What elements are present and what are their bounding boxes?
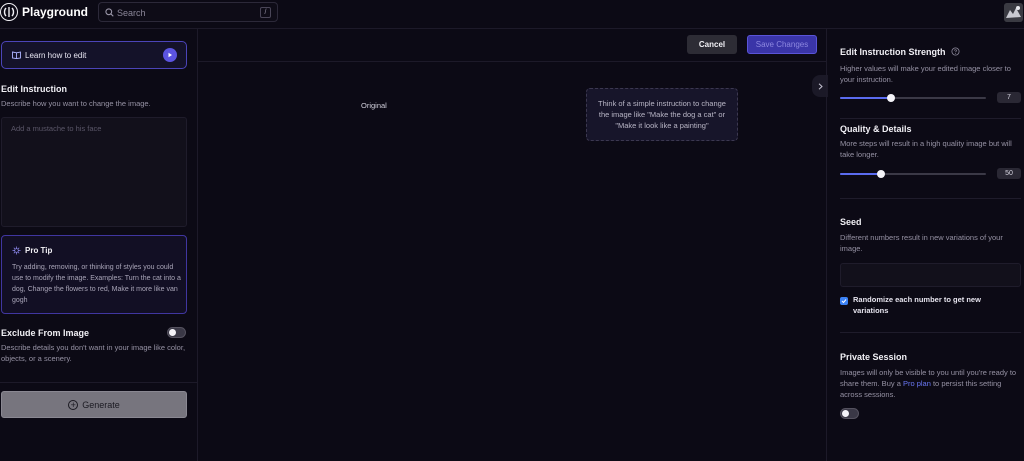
playground-logo-icon[interactable] [0, 3, 18, 21]
plus-circle-icon: + [68, 399, 79, 410]
edit-strength-value[interactable]: 7 [997, 92, 1021, 103]
quality-slider-fill [840, 173, 881, 175]
top-bar: Playground / [0, 0, 1024, 29]
randomize-label[interactable]: Randomize each number to get new variati… [853, 294, 1013, 316]
instruction-hint: Think of a simple instruction to change … [586, 88, 738, 141]
generate-button[interactable]: + Generate [1, 391, 187, 418]
quality-slider[interactable] [840, 170, 986, 178]
avatar[interactable] [1004, 3, 1023, 22]
quality-slider-thumb[interactable] [877, 170, 885, 178]
edit-instruction-description: Describe how you want to change the imag… [1, 99, 151, 108]
section-divider [840, 332, 1021, 333]
pro-tip-body: Try adding, removing, or thinking of sty… [12, 264, 181, 304]
cancel-button[interactable]: Cancel [687, 35, 737, 54]
edit-strength-description: Higher values will make your edited imag… [840, 64, 1011, 84]
seed-input[interactable] [840, 263, 1021, 287]
save-changes-button[interactable]: Save Changes [747, 35, 817, 54]
quality-details-title: Quality & Details [840, 124, 912, 134]
edit-strength-slider-thumb[interactable] [887, 94, 895, 102]
checkmark-icon [841, 299, 847, 304]
edit-strength-title-text: Edit Instruction Strength [840, 47, 946, 57]
canvas-area: Cancel Save Changes Original Think of a … [198, 29, 828, 461]
avatar-image-icon [1004, 3, 1023, 22]
logo-mark-icon [3, 7, 15, 17]
left-panel: Learn how to edit Edit Instruction Descr… [0, 29, 198, 461]
book-icon [12, 51, 21, 59]
search-input[interactable] [117, 5, 257, 20]
section-divider [840, 118, 1021, 119]
search-icon [105, 8, 114, 17]
edit-instruction-input[interactable] [1, 117, 187, 227]
seed-description: Different numbers result in new variatio… [840, 233, 1003, 253]
section-divider [840, 198, 1021, 199]
generate-label: Generate [82, 399, 120, 410]
left-divider [0, 382, 198, 383]
edit-strength-slider[interactable] [840, 94, 986, 102]
search-shortcut-badge: / [260, 7, 271, 18]
exclude-from-image-toggle[interactable] [167, 327, 186, 338]
chevron-right-icon [818, 82, 823, 90]
private-session-description: Images will only be visible to you until… [840, 367, 1022, 400]
sparkle-icon [12, 246, 21, 255]
pro-tip-title: Pro Tip [25, 246, 53, 255]
edit-strength-title: Edit Instruction Strength [840, 47, 960, 57]
pro-tip-card: Pro Tip Try adding, removing, or thinkin… [1, 235, 187, 314]
help-icon[interactable] [951, 47, 960, 56]
edit-strength-slider-fill [840, 97, 891, 99]
learn-how-to-edit-button[interactable]: Learn how to edit [1, 41, 187, 69]
randomize-checkbox[interactable] [840, 297, 848, 305]
quality-details-description: More steps will result in a high quality… [840, 139, 1012, 159]
learn-how-to-edit-label: Learn how to edit [25, 51, 87, 60]
brand-name[interactable]: Playground [22, 5, 88, 19]
edit-instruction-title: Edit Instruction [1, 84, 67, 94]
canvas-toolbar-divider [198, 61, 826, 62]
private-session-title: Private Session [840, 352, 908, 362]
seed-title: Seed [840, 217, 862, 227]
pro-plan-link[interactable]: Pro plan [903, 379, 931, 388]
exclude-from-image-description: Describe details you don't want in your … [1, 343, 186, 363]
play-icon [163, 48, 177, 62]
original-image-label: Original [361, 101, 387, 110]
quality-value[interactable]: 50 [997, 168, 1021, 179]
private-session-toggle[interactable] [840, 408, 859, 419]
exclude-from-image-title: Exclude From Image [1, 328, 90, 338]
search-box[interactable]: / [98, 2, 278, 22]
right-panel: Edit Instruction Strength Higher values … [826, 29, 1024, 461]
